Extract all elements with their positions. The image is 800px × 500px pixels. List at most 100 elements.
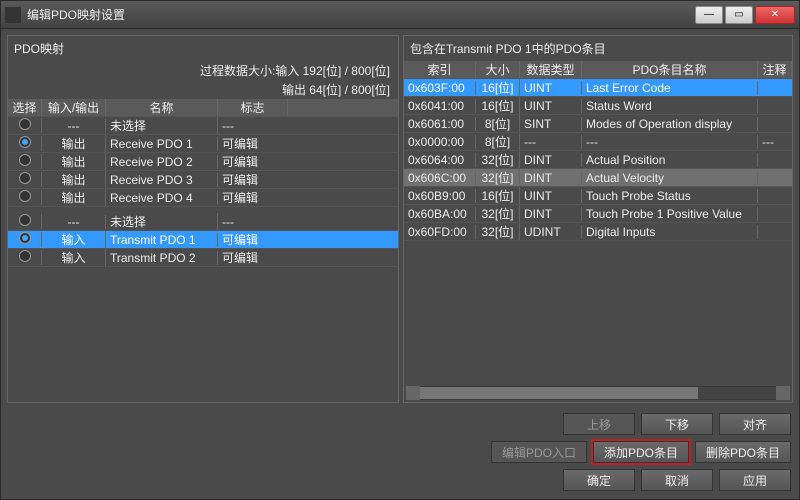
select-radio[interactable]: [8, 118, 42, 133]
size-cell: 8[位]: [476, 133, 520, 150]
size-cell: 16[位]: [476, 97, 520, 114]
dtype-cell: ---: [520, 135, 582, 149]
pdo-row[interactable]: 输出Receive PDO 2可编辑: [8, 153, 398, 171]
select-radio[interactable]: [8, 250, 42, 265]
dtype-cell: DINT: [520, 153, 582, 167]
size-cell: 32[位]: [476, 151, 520, 168]
entry-row[interactable]: 0x603F:0016[位]UINTLast Error Code: [404, 79, 792, 97]
index-cell: 0x6064:00: [404, 153, 476, 167]
col-size[interactable]: 大小: [476, 61, 520, 78]
scroll-right-icon[interactable]: [776, 386, 790, 400]
flag-cell: 可编辑: [218, 135, 288, 152]
note-cell: ---: [758, 135, 792, 149]
select-radio[interactable]: [8, 172, 42, 187]
cancel-button[interactable]: 取消: [641, 469, 713, 491]
name-cell: Receive PDO 3: [106, 173, 218, 187]
col-index[interactable]: 索引: [404, 61, 476, 78]
move-down-button[interactable]: 下移: [641, 413, 713, 435]
name-cell: Receive PDO 4: [106, 191, 218, 205]
entry-name-cell: Modes of Operation display: [582, 117, 758, 131]
dtype-cell: UINT: [520, 81, 582, 95]
entry-row[interactable]: 0x60B9:0016[位]UINTTouch Probe Status: [404, 187, 792, 205]
left-pane-title: PDO映射: [8, 36, 398, 61]
entry-name-cell: Status Word: [582, 99, 758, 113]
minimize-button[interactable]: —: [695, 6, 723, 24]
flag-cell: ---: [218, 119, 288, 133]
col-entry-name[interactable]: PDO条目名称: [582, 61, 758, 78]
maximize-button[interactable]: ▭: [725, 6, 753, 24]
edit-pdo-entry-button[interactable]: 编辑PDO入口: [491, 441, 587, 463]
entry-row[interactable]: 0x6041:0016[位]UINTStatus Word: [404, 97, 792, 115]
index-cell: 0x606C:00: [404, 171, 476, 185]
pdo-row[interactable]: 输入Transmit PDO 1可编辑: [8, 231, 398, 249]
entry-row[interactable]: 0x6061:008[位]SINTModes of Operation disp…: [404, 115, 792, 133]
entry-name-cell: Digital Inputs: [582, 225, 758, 239]
close-button[interactable]: ✕: [755, 6, 795, 24]
horizontal-scrollbar[interactable]: [406, 386, 790, 400]
pdo-entries-grid: 索引 大小 数据类型 PDO条目名称 注释 0x603F:0016[位]UINT…: [404, 61, 792, 384]
size-cell: 32[位]: [476, 205, 520, 222]
pdo-row[interactable]: 输入Transmit PDO 2可编辑: [8, 249, 398, 267]
apply-button[interactable]: 应用: [719, 469, 791, 491]
flag-cell: 可编辑: [218, 153, 288, 170]
scroll-thumb[interactable]: [420, 387, 698, 399]
flag-cell: ---: [218, 215, 288, 229]
col-select[interactable]: 选择: [8, 99, 42, 116]
entry-row[interactable]: 0x60BA:0032[位]DINTTouch Probe 1 Positive…: [404, 205, 792, 223]
delete-pdo-entry-button[interactable]: 删除PDO条目: [695, 441, 791, 463]
entry-name-cell: Last Error Code: [582, 81, 758, 95]
io-cell: 输出: [42, 171, 106, 188]
pdo-row[interactable]: 输出Receive PDO 3可编辑: [8, 171, 398, 189]
col-io[interactable]: 输入/输出: [42, 99, 106, 116]
move-up-button[interactable]: 上移: [563, 413, 635, 435]
entry-row[interactable]: 0x6064:0032[位]DINTActual Position: [404, 151, 792, 169]
add-pdo-entry-button[interactable]: 添加PDO条目: [593, 441, 689, 463]
flag-cell: 可编辑: [218, 249, 288, 266]
pdo-row[interactable]: 输出Receive PDO 1可编辑: [8, 135, 398, 153]
size-cell: 8[位]: [476, 115, 520, 132]
col-flag[interactable]: 标志: [218, 99, 288, 116]
entries-grid-header: 索引 大小 数据类型 PDO条目名称 注释: [404, 61, 792, 79]
col-note[interactable]: 注释: [758, 61, 792, 78]
scroll-track[interactable]: [420, 387, 776, 399]
name-cell: Transmit PDO 1: [106, 233, 218, 247]
align-button[interactable]: 对齐: [719, 413, 791, 435]
scroll-left-icon[interactable]: [406, 386, 420, 400]
name-cell: Transmit PDO 2: [106, 251, 218, 265]
col-dtype[interactable]: 数据类型: [520, 61, 582, 78]
index-cell: 0x603F:00: [404, 81, 476, 95]
pdo-grid-header: 选择 输入/输出 名称 标志: [8, 99, 398, 117]
pdo-mapping-pane: PDO映射 过程数据大小:输入 192[位] / 800[位] 输出 64[位]…: [7, 35, 399, 403]
pdo-row[interactable]: ---未选择---: [8, 117, 398, 135]
entry-row[interactable]: 0x606C:0032[位]DINTActual Velocity: [404, 169, 792, 187]
size-cell: 16[位]: [476, 187, 520, 204]
app-icon: [5, 7, 21, 23]
select-radio[interactable]: [8, 136, 42, 151]
select-radio[interactable]: [8, 154, 42, 169]
entry-name-cell: Actual Velocity: [582, 171, 758, 185]
dtype-cell: SINT: [520, 117, 582, 131]
entry-row[interactable]: 0x0000:008[位]---------: [404, 133, 792, 151]
titlebar[interactable]: 编辑PDO映射设置 — ▭ ✕: [1, 1, 799, 29]
size-cell: 16[位]: [476, 79, 520, 96]
name-cell: 未选择: [106, 117, 218, 134]
pdo-row[interactable]: ---未选择---: [8, 213, 398, 231]
pdo-row[interactable]: 输出Receive PDO 4可编辑: [8, 189, 398, 207]
ok-button[interactable]: 确定: [563, 469, 635, 491]
col-name[interactable]: 名称: [106, 99, 218, 116]
dtype-cell: DINT: [520, 171, 582, 185]
select-radio[interactable]: [8, 232, 42, 247]
pdo-mapping-grid: 选择 输入/输出 名称 标志 ---未选择---输出Receive PDO 1可…: [8, 99, 398, 402]
select-radio[interactable]: [8, 190, 42, 205]
io-cell: 输入: [42, 231, 106, 248]
io-cell: 输入: [42, 249, 106, 266]
flag-cell: 可编辑: [218, 171, 288, 188]
process-data-input-size: 过程数据大小:输入 192[位] / 800[位]: [8, 61, 398, 80]
index-cell: 0x60FD:00: [404, 225, 476, 239]
index-cell: 0x6061:00: [404, 117, 476, 131]
entry-row[interactable]: 0x60FD:0032[位]UDINTDigital Inputs: [404, 223, 792, 241]
process-data-output-size: 输出 64[位] / 800[位]: [8, 80, 398, 99]
dtype-cell: UINT: [520, 99, 582, 113]
select-radio[interactable]: [8, 214, 42, 229]
entry-name-cell: Touch Probe Status: [582, 189, 758, 203]
